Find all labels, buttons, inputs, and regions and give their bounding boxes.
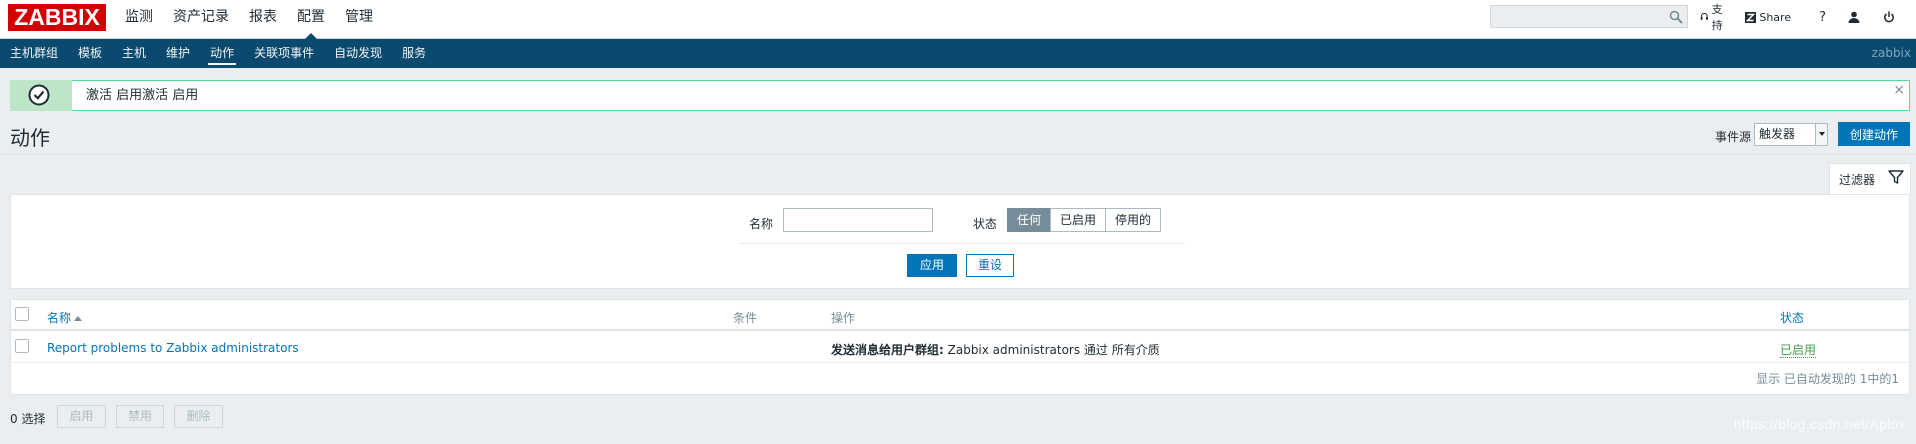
event-source-value: 触发器: [1759, 127, 1796, 141]
selected-count: 0 选择: [10, 412, 46, 426]
create-action-button[interactable]: 创建动作: [1838, 122, 1910, 146]
menu-configuration[interactable]: 配置: [287, 0, 335, 40]
menu-reports[interactable]: 报表: [239, 0, 287, 39]
watermark: https://blog.csdn.net/Aplox: [1733, 416, 1906, 432]
subnav-hosts[interactable]: 主机: [112, 39, 156, 68]
actions-table: 名称 条件 操作 状态 Report problems to Zabbix ad…: [10, 299, 1910, 395]
table-header: 名称 条件 操作 状态: [11, 300, 1909, 331]
operation-type: 发送消息给用户群组:: [831, 343, 944, 357]
subnav-discovery[interactable]: 自动发现: [324, 39, 392, 68]
subnav-actions[interactable]: 动作: [200, 39, 244, 68]
divider: [0, 154, 1916, 155]
filter-name-input[interactable]: [783, 208, 933, 232]
table-paging-info: 显示 已自动发现的 1中的1: [1756, 372, 1899, 386]
disable-button[interactable]: 禁用: [116, 405, 164, 428]
event-source-select[interactable]: 触发器: [1754, 123, 1828, 146]
subnav-templates[interactable]: 模板: [68, 39, 112, 68]
filter-tab-label: 过滤器: [1839, 173, 1876, 187]
zabbix-logo[interactable]: ZABBIX: [8, 4, 106, 31]
status-option-disabled[interactable]: 停用的: [1105, 208, 1162, 232]
status-option-enabled[interactable]: 已启用: [1050, 208, 1107, 232]
enable-button[interactable]: 启用: [57, 405, 106, 428]
event-source-label: 事件源: [1715, 130, 1752, 144]
action-operations: 发送消息给用户群组: Zabbix administrators 通过 所有介质: [831, 341, 1160, 358]
share-z-icon: [1745, 11, 1757, 23]
menu-administration[interactable]: 管理: [335, 0, 383, 39]
filter-panel: 名称 状态 任何 已启用 停用的 应用 重设: [10, 194, 1910, 289]
menu-monitoring[interactable]: 监测: [115, 0, 163, 39]
header-tools: 支持 Share ?: [1700, 0, 1916, 34]
subnav-services[interactable]: 服务: [392, 39, 436, 68]
power-icon: [1884, 11, 1894, 23]
user-icon: [1848, 11, 1860, 23]
search-icon[interactable]: [1669, 10, 1683, 24]
filter-status-group: 任何 已启用 停用的: [1007, 208, 1162, 232]
column-operations: 操作: [831, 311, 856, 325]
top-header: ZABBIX 监测 资产记录 报表 配置 管理 支持 Share ?: [0, 0, 1916, 40]
server-name: zabbix: [1871, 46, 1911, 60]
main-menu: 监测 资产记录 报表 配置 管理: [115, 0, 383, 40]
message-text: 激活 启用激活 启用: [86, 88, 199, 103]
filter-tab[interactable]: 过滤器: [1829, 163, 1911, 194]
reset-button[interactable]: 重设: [966, 254, 1014, 277]
column-conditions: 条件: [733, 311, 758, 325]
subnav-event-correlation[interactable]: 关联项事件: [244, 39, 324, 68]
column-name[interactable]: 名称: [47, 309, 83, 326]
filter-name-label: 名称: [749, 217, 774, 231]
action-name-link[interactable]: Report problems to Zabbix administrators: [47, 341, 299, 355]
column-name-label: 名称: [47, 311, 72, 325]
logout-button[interactable]: [1883, 11, 1898, 23]
support-label: 支持: [1711, 3, 1723, 32]
help-icon: ?: [1819, 9, 1826, 25]
page-title: 动作: [10, 126, 50, 150]
success-message: 激活 启用激活 启用 ×: [10, 80, 1910, 111]
status-option-any[interactable]: 任何: [1007, 208, 1052, 232]
profile-button[interactable]: [1848, 11, 1863, 23]
support-link[interactable]: 支持: [1700, 1, 1727, 33]
select-all-checkbox[interactable]: [15, 307, 29, 321]
subnav-host-groups[interactable]: 主机群组: [0, 39, 68, 68]
sub-navigation: 主机群组 模板 主机 维护 动作 关联项事件 自动发现 服务 zabbix: [0, 39, 1916, 68]
table-row: Report problems to Zabbix administrators…: [11, 331, 1909, 363]
share-label: Share: [1759, 10, 1792, 24]
check-circle-icon: [28, 84, 50, 106]
share-link[interactable]: Share: [1745, 11, 1791, 24]
filter-divider: [739, 243, 1185, 244]
sort-up-icon: [74, 316, 83, 321]
close-icon[interactable]: ×: [1893, 81, 1905, 99]
row-checkbox[interactable]: [15, 339, 29, 353]
operation-detail: Zabbix administrators 通过 所有介质: [943, 343, 1160, 357]
status-enabled-link[interactable]: 已启用: [1780, 343, 1817, 358]
headset-icon: [1700, 12, 1708, 20]
message-icon-area: [10, 80, 72, 111]
column-status[interactable]: 状态: [1780, 309, 1804, 326]
filter-status-label: 状态: [973, 217, 998, 231]
filter-icon: [1888, 170, 1904, 184]
action-status[interactable]: 已启用: [1780, 341, 1817, 358]
delete-button[interactable]: 删除: [174, 405, 223, 428]
chevron-down-icon: [1815, 124, 1827, 145]
menu-inventory[interactable]: 资产记录: [163, 0, 239, 39]
help-button[interactable]: ?: [1819, 10, 1826, 25]
apply-button[interactable]: 应用: [907, 254, 957, 277]
subnav-maintenance[interactable]: 维护: [156, 39, 200, 68]
search-input[interactable]: [1490, 5, 1688, 28]
